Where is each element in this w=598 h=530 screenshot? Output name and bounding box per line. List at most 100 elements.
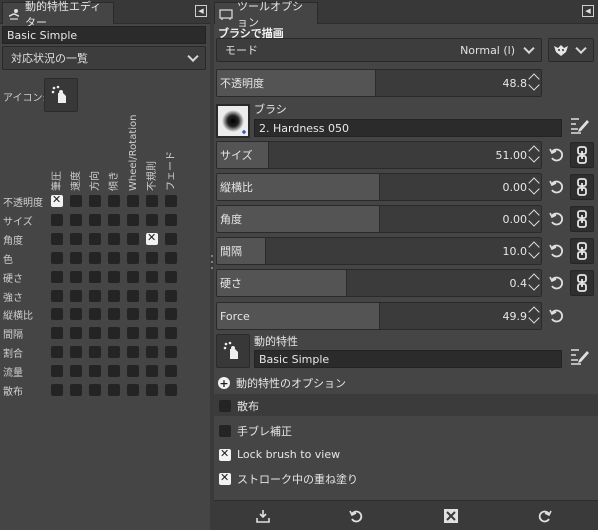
matrix-cell[interactable] (127, 365, 139, 378)
matrix-cell[interactable] (70, 289, 82, 302)
matrix-cell[interactable] (146, 346, 158, 359)
matrix-cell[interactable] (127, 327, 139, 340)
matrix-cell[interactable] (108, 327, 120, 340)
matrix-cell[interactable] (51, 251, 63, 264)
save-options-button[interactable] (254, 507, 272, 525)
matrix-cell[interactable] (127, 270, 139, 283)
spacing-slider[interactable]: 間隔 10.0 (216, 237, 542, 265)
matrix-cell[interactable] (146, 270, 158, 283)
matrix-cell[interactable] (165, 346, 177, 359)
spin-arrows-icon[interactable] (528, 306, 540, 328)
matrix-cell[interactable] (70, 365, 82, 378)
reset-hardness-button[interactable] (546, 273, 566, 293)
hardness-slider[interactable]: 硬さ 0.4 (216, 269, 542, 297)
angle-slider[interactable]: 角度 0.00 (216, 205, 542, 233)
opacity-slider[interactable]: 不透明度 48.8 (216, 69, 542, 97)
matrix-cell[interactable] (108, 270, 120, 283)
brush-name-field[interactable]: 2. Hardness 050 (254, 119, 562, 137)
matrix-cell[interactable] (108, 251, 120, 264)
dynamics-options-expander[interactable]: + 動的特性のオプション (218, 375, 346, 391)
matrix-cell[interactable] (165, 365, 177, 378)
panel-menu-icon[interactable]: ◀ (195, 5, 207, 17)
matrix-cell[interactable] (89, 195, 101, 207)
link-angle-button[interactable] (570, 206, 594, 232)
mode-combo[interactable]: モード Normal (l) (216, 38, 542, 62)
matrix-cell[interactable] (89, 346, 101, 359)
panel-menu-icon[interactable]: ◀ (582, 5, 594, 17)
matrix-cell[interactable] (51, 308, 63, 321)
dynamics-select-button[interactable] (216, 334, 250, 368)
matrix-cell[interactable] (70, 327, 82, 340)
matrix-cell[interactable] (89, 384, 101, 396)
matrix-cell[interactable] (165, 251, 177, 264)
matrix-cell[interactable] (70, 384, 82, 396)
matrix-cell[interactable] (89, 327, 101, 340)
tab-dynamics-editor[interactable]: 動的特性エディター (2, 0, 114, 29)
matrix-cell[interactable] (89, 270, 101, 283)
matrix-cell[interactable] (127, 195, 139, 207)
force-slider[interactable]: Force 49.9 (216, 302, 542, 330)
matrix-cell[interactable] (127, 232, 139, 245)
matrix-cell[interactable] (51, 193, 63, 207)
link-hardness-button[interactable] (570, 270, 594, 296)
edit-brush-button[interactable] (568, 114, 592, 136)
reset-options-button[interactable] (536, 507, 554, 525)
spin-arrows-icon[interactable] (528, 73, 540, 95)
matrix-cell[interactable] (165, 213, 177, 226)
spin-arrows-icon[interactable] (528, 241, 540, 263)
matrix-cell[interactable] (51, 384, 63, 396)
restore-options-button[interactable] (347, 507, 365, 525)
matrix-cell[interactable] (108, 365, 120, 378)
matrix-cell[interactable] (89, 289, 101, 302)
matrix-cell[interactable] (127, 308, 139, 321)
matrix-cell[interactable] (70, 270, 82, 283)
incremental-checkbox[interactable]: ストローク中の重ね塗り (219, 471, 358, 487)
matrix-cell[interactable] (127, 251, 139, 264)
size-slider[interactable]: サイズ 51.00 (216, 141, 542, 169)
matrix-cell[interactable] (146, 231, 158, 245)
matrix-cell[interactable] (165, 195, 177, 207)
matrix-cell[interactable] (108, 195, 120, 207)
matrix-cell[interactable] (146, 384, 158, 396)
matrix-cell[interactable] (165, 289, 177, 302)
matrix-cell[interactable] (51, 232, 63, 245)
reset-angle-button[interactable] (546, 209, 566, 229)
matrix-cell[interactable] (165, 327, 177, 340)
matrix-cell[interactable] (146, 289, 158, 302)
matrix-cell[interactable] (146, 213, 158, 226)
mode-group-combo[interactable] (548, 38, 594, 62)
matrix-cell[interactable] (51, 327, 63, 340)
matrix-cell[interactable] (70, 308, 82, 321)
matrix-cell[interactable] (89, 251, 101, 264)
matrix-cell[interactable] (165, 308, 177, 321)
matrix-cell[interactable] (51, 289, 63, 302)
matrix-cell[interactable] (127, 346, 139, 359)
matrix-cell[interactable] (70, 346, 82, 359)
matrix-cell[interactable] (146, 308, 158, 321)
dynamics-name-field[interactable]: Basic Simple (254, 350, 562, 368)
matrix-cell[interactable] (127, 384, 139, 396)
reset-spacing-button[interactable] (546, 241, 566, 261)
matrix-cell[interactable] (108, 289, 120, 302)
delete-options-button[interactable] (442, 507, 460, 525)
matrix-cell[interactable] (70, 195, 82, 207)
spin-arrows-icon[interactable] (528, 273, 540, 295)
smooth-stroke-checkbox[interactable]: 手ブレ補正 (219, 423, 292, 439)
reset-size-button[interactable] (546, 145, 566, 165)
matrix-cell[interactable] (146, 251, 158, 264)
spin-arrows-icon[interactable] (528, 177, 540, 199)
matrix-cell[interactable] (70, 251, 82, 264)
dynamics-name-field[interactable]: Basic Simple (2, 26, 206, 44)
matrix-cell[interactable] (51, 365, 63, 378)
matrix-cell[interactable] (108, 308, 120, 321)
matrix-cell[interactable] (70, 232, 82, 245)
matrix-cell[interactable] (89, 365, 101, 378)
link-size-button[interactable] (570, 142, 594, 168)
matrix-cell[interactable] (108, 213, 120, 226)
matrix-cell[interactable] (51, 346, 63, 359)
link-spacing-button[interactable] (570, 238, 594, 264)
tab-tool-options[interactable]: ツールオプション (214, 0, 318, 29)
matrix-cell[interactable] (108, 346, 120, 359)
lock-brush-checkbox[interactable]: Lock brush to view (219, 447, 340, 461)
matrix-cell[interactable] (165, 232, 177, 245)
